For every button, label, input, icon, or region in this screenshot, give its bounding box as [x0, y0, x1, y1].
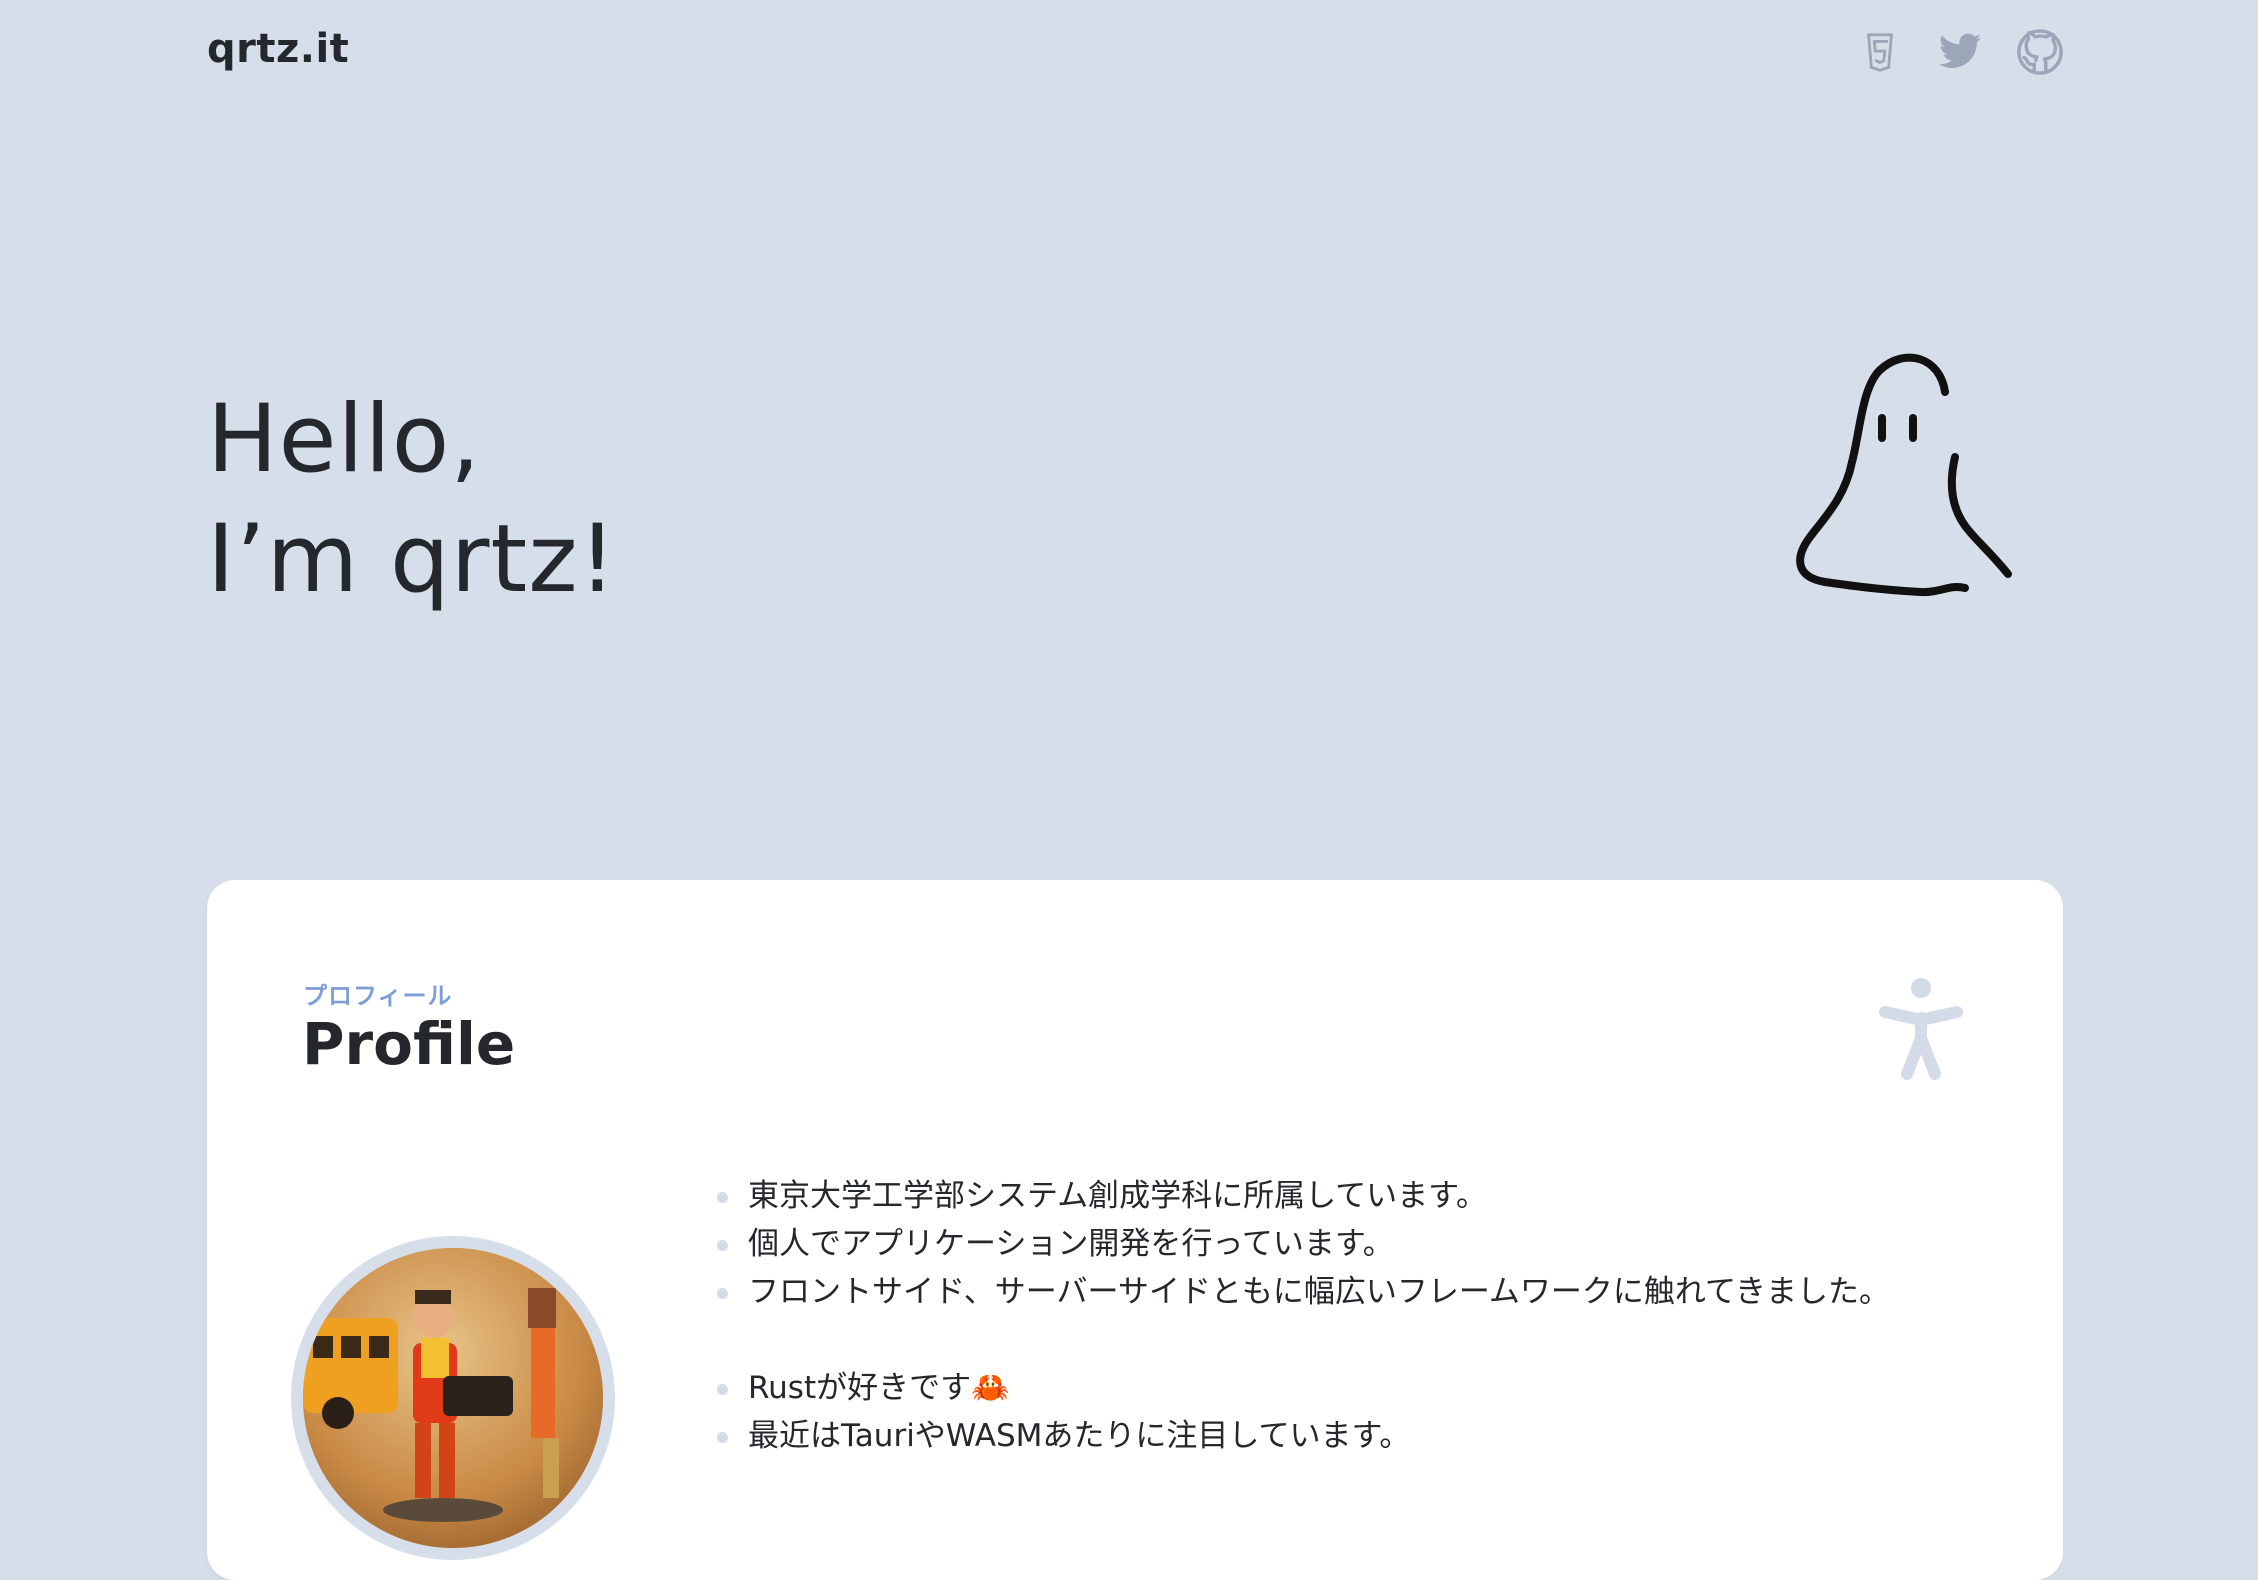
list-item: 東京大学工学部システム創成学科に所属しています。	[717, 1172, 1890, 1220]
list-item: Rustが好きです🦀	[717, 1364, 1890, 1412]
list-item: 個人でアプリケーション開発を行っています。	[717, 1220, 1890, 1268]
hero-greeting: Hello, I’m qrtz!	[207, 380, 617, 620]
profile-facts: 東京大学工学部システム創成学科に所属しています。 個人でアプリケーション開発を行…	[717, 1172, 1890, 1460]
site-header: qrtz.it	[0, 0, 2258, 108]
github-icon	[2017, 29, 2063, 75]
site-logo[interactable]: qrtz.it	[207, 26, 349, 72]
profile-card: プロフィール Profile 東京大学工学部システム創成学科に所属しています。 …	[207, 880, 2063, 1580]
hero-line-1: Hello,	[207, 385, 482, 494]
list-item: 最近はTauriやWASMあたりに注目しています。	[717, 1412, 1890, 1460]
list-item: フロントサイド、サーバーサイドともに幅広いフレームワークに触れてきました。	[717, 1268, 1890, 1316]
list-spacer	[717, 1316, 1890, 1364]
social-links	[1856, 28, 2064, 76]
github-link[interactable]	[2016, 28, 2064, 76]
twitter-link[interactable]	[1936, 28, 1984, 76]
html5-icon	[1867, 33, 1893, 72]
accessibility-icon	[1879, 978, 1963, 1080]
profile-title: Profile	[302, 1010, 516, 1078]
profile-avatar	[291, 1236, 615, 1560]
ghost-illustration	[1796, 353, 2012, 597]
twitter-icon	[1938, 33, 1982, 68]
hero-line-2: I’m qrtz!	[207, 505, 618, 614]
html5-link[interactable]	[1856, 28, 1904, 76]
profile-subtitle: プロフィール	[303, 982, 453, 1010]
avatar-photo	[303, 1248, 603, 1548]
